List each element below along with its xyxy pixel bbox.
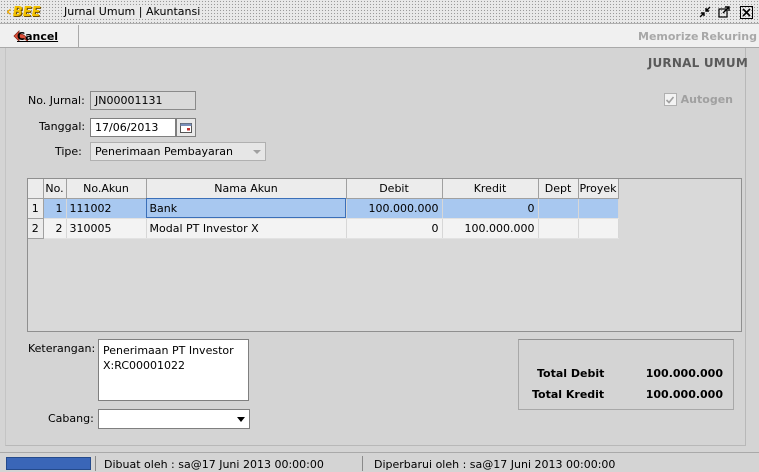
total-debit-label: Total Debit xyxy=(537,367,605,380)
window-title: Jurnal Umum | Akuntansi xyxy=(62,5,203,18)
toolbar: Cancel Memorize Rekuring xyxy=(0,24,759,48)
cell-proyek[interactable] xyxy=(578,198,619,219)
chevron-down-icon xyxy=(253,150,261,154)
row-header[interactable]: 1 xyxy=(28,198,44,219)
totals-box: Total Debit 100.000.000 Total Kredit 100… xyxy=(518,339,734,410)
cell-no-akun[interactable]: 310005 xyxy=(66,218,147,239)
restore-icon[interactable] xyxy=(697,4,713,20)
row-header-corner xyxy=(28,179,44,199)
total-kredit-value: 100.000.000 xyxy=(645,388,723,401)
rekuring-button[interactable]: Rekuring xyxy=(701,30,757,43)
cancel-label: Cancel xyxy=(17,29,59,43)
table-row[interactable]: 1 1 111002 Bank 100.000.000 0 xyxy=(28,198,619,219)
autogen-check-icon xyxy=(663,93,677,106)
journal-grid[interactable]: No. No.Akun Nama Akun Debit Kredit Dept … xyxy=(27,178,742,332)
cell-no[interactable]: 1 xyxy=(43,198,67,219)
cell-dept[interactable] xyxy=(538,198,579,219)
cell-debit[interactable]: 100.000.000 xyxy=(346,198,443,219)
tipe-value: Penerimaan Pembayaran xyxy=(95,145,233,158)
column-header[interactable]: No. xyxy=(43,179,67,199)
cell-proyek[interactable] xyxy=(578,218,619,239)
status-divider xyxy=(95,456,96,471)
form-title: JURNAL UMUM xyxy=(647,56,748,70)
cell-nama-akun[interactable]: Modal PT Investor X xyxy=(146,218,347,239)
table-row[interactable]: 2 2 310005 Modal PT Investor X 0 100.000… xyxy=(28,218,619,239)
status-divider xyxy=(362,456,363,471)
row-header[interactable]: 2 xyxy=(28,218,44,239)
autogen-checkbox[interactable]: Autogen xyxy=(663,93,733,106)
keterangan-label: Keterangan: xyxy=(28,342,96,355)
grid-header-row: No. No.Akun Nama Akun Debit Kredit Dept … xyxy=(28,179,619,199)
no-jurnal-label: No. Jurnal: xyxy=(28,94,85,107)
column-header[interactable]: Proyek xyxy=(578,179,619,199)
column-header[interactable]: Kredit xyxy=(442,179,539,199)
cabang-select[interactable] xyxy=(98,409,250,429)
title-bar: ‹ BEE Jurnal Umum | Akuntansi xyxy=(0,0,759,24)
progress-indicator xyxy=(6,457,91,470)
logo-text: BEE xyxy=(12,4,41,20)
back-arrow-icon: ‹ xyxy=(6,4,12,20)
app-logo: ‹ BEE xyxy=(6,4,40,20)
column-header[interactable]: No.Akun xyxy=(66,179,147,199)
total-kredit-label: Total Kredit xyxy=(532,388,605,401)
calendar-icon[interactable] xyxy=(176,118,196,137)
autogen-label: Autogen xyxy=(680,93,733,106)
memorize-button[interactable]: Memorize xyxy=(638,30,698,43)
tipe-label: Tipe: xyxy=(55,145,82,158)
close-icon[interactable] xyxy=(738,4,754,20)
cell-kredit[interactable]: 100.000.000 xyxy=(442,218,539,239)
column-header[interactable]: Nama Akun xyxy=(146,179,347,199)
cell-debit[interactable]: 0 xyxy=(346,218,443,239)
chevron-down-icon xyxy=(237,417,245,422)
column-header[interactable]: Dept xyxy=(538,179,579,199)
column-header[interactable]: Debit xyxy=(346,179,443,199)
tanggal-label: Tanggal: xyxy=(39,120,86,133)
cell-dept[interactable] xyxy=(538,218,579,239)
status-created: Dibuat oleh : sa@17 Juni 2013 00:00:00 xyxy=(104,458,324,471)
maximize-icon[interactable] xyxy=(716,4,732,20)
cell-no[interactable]: 2 xyxy=(43,218,67,239)
tanggal-field[interactable]: 17/06/2013 xyxy=(90,118,176,137)
no-jurnal-field[interactable]: JN00001131 xyxy=(90,91,196,110)
status-updated: Diperbarui oleh : sa@17 Juni 2013 00:00:… xyxy=(374,458,616,471)
cancel-button[interactable]: Cancel xyxy=(3,25,79,47)
keterangan-line: Penerimaan PT Investor xyxy=(103,344,234,357)
cell-nama-akun[interactable]: Bank xyxy=(146,198,347,219)
keterangan-line: X:RC00001022 xyxy=(103,359,186,372)
cabang-label: Cabang: xyxy=(48,412,94,425)
tipe-select[interactable]: Penerimaan Pembayaran xyxy=(90,142,266,161)
cell-kredit[interactable]: 0 xyxy=(442,198,539,219)
cell-no-akun[interactable]: 111002 xyxy=(66,198,147,219)
journal-table: No. No.Akun Nama Akun Debit Kredit Dept … xyxy=(28,179,619,239)
total-debit-value: 100.000.000 xyxy=(645,367,723,380)
main-panel: JURNAL UMUM No. Jurnal: JN00001131 Autog… xyxy=(5,48,748,446)
status-bar: Dibuat oleh : sa@17 Juni 2013 00:00:00 D… xyxy=(0,452,759,472)
keterangan-textarea[interactable]: Penerimaan PT Investor X:RC00001022 xyxy=(98,339,249,401)
